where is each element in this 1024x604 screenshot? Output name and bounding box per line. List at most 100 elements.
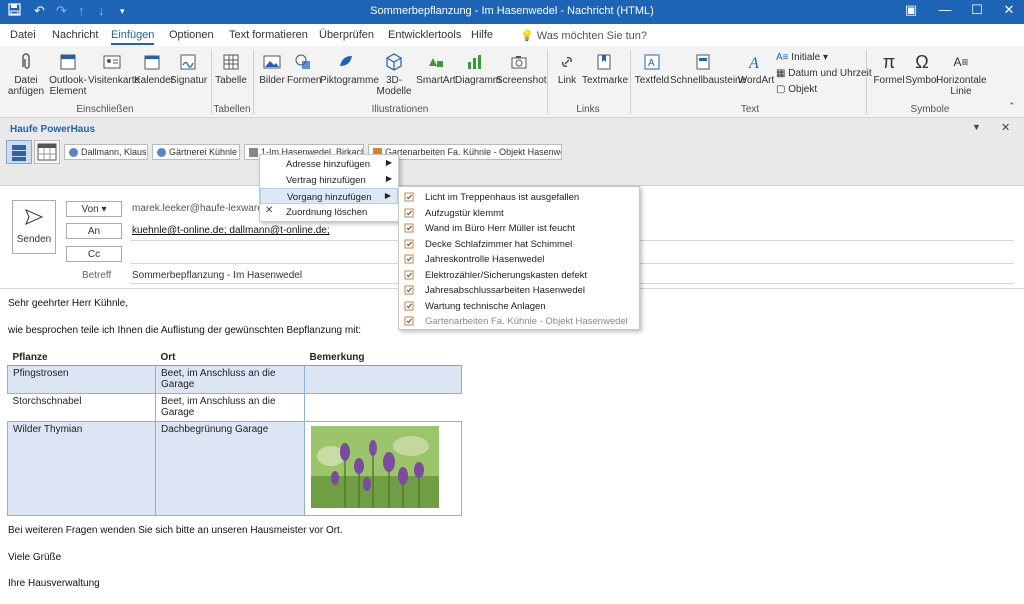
svg-text:A: A <box>648 58 655 69</box>
powerhaus-pane: Haufe PowerHaus ▼ ✕ Dallmann, Klaus Gärt… <box>0 118 1024 186</box>
image-cell[interactable] <box>304 421 462 516</box>
chart-button[interactable]: Diagramm <box>455 52 501 86</box>
collapse-ribbon-icon[interactable]: ⌃ <box>1008 101 1016 112</box>
wordart-button[interactable]: A WordArt <box>736 52 776 86</box>
tab-text-formatieren[interactable]: Text formatieren <box>229 29 308 41</box>
menu-item-zuordnung-loeschen[interactable]: ✕ Zuordnung löschen <box>260 204 398 220</box>
submenu-item[interactable]: Wand im Büro Herr Müller ist feucht <box>399 220 639 236</box>
powerhaus-title: Haufe PowerHaus <box>10 124 96 135</box>
chip-dallmann[interactable]: Dallmann, Klaus <box>64 144 148 160</box>
calendar-view-button[interactable] <box>34 140 60 164</box>
submenu-item[interactable]: Licht im Treppenhaus ist ausgefallen <box>399 189 639 205</box>
stack-view-button[interactable] <box>6 140 32 164</box>
pictures-button[interactable]: Bilder <box>256 52 288 86</box>
outlook-element-button[interactable]: Outlook- Element <box>48 52 88 97</box>
icons-button[interactable]: Piktogramme <box>320 52 379 86</box>
table-cell[interactable] <box>305 394 462 422</box>
link-button[interactable]: Link <box>552 52 582 86</box>
table-cell[interactable]: Beet, im Anschluss an die Garage <box>155 393 305 422</box>
pane-menu-icon[interactable]: ▼ <box>972 122 981 132</box>
maximize-icon[interactable]: ☐ <box>962 2 992 18</box>
delete-x-icon: ✕ <box>265 205 274 216</box>
group-label-text: Text <box>740 104 760 115</box>
submenu-item[interactable]: Jahreskontrolle Hasenwedel <box>399 251 639 267</box>
group-separator <box>253 50 254 114</box>
task-icon <box>404 254 414 264</box>
submenu-item[interactable]: Aufzugstür klemmt <box>399 205 639 221</box>
task-icon <box>404 239 414 248</box>
ribbon-display-icon[interactable]: ▣ <box>896 2 926 18</box>
attach-file-button[interactable]: Datei anfügen <box>6 52 46 97</box>
table-cell[interactable]: Dachbegrünung Garage <box>155 421 305 516</box>
body-signature[interactable]: Ihre Hausverwaltung <box>8 578 100 589</box>
body-closing[interactable]: Bei weiteren Fragen wenden Sie sich bitt… <box>8 525 343 536</box>
to-button[interactable]: An <box>66 223 122 239</box>
equation-button[interactable]: π Formel <box>870 52 908 86</box>
close-icon[interactable]: ✕ <box>994 2 1024 18</box>
smartart-icon <box>429 58 443 67</box>
from-button[interactable]: Von ▾ <box>66 201 122 217</box>
to-field[interactable]: kuehnle@t-online.de; dallmann@t-online.d… <box>132 225 330 236</box>
pane-close-icon[interactable]: ✕ <box>1001 121 1010 134</box>
table-header: Ort <box>155 350 305 366</box>
symbol-button[interactable]: Ω Symbol <box>905 52 939 86</box>
menu-item-adresse[interactable]: Adresse hinzufügen ▶ <box>260 156 398 172</box>
submenu-item[interactable]: Wartung technische Anlagen <box>399 298 639 314</box>
tab-optionen[interactable]: Optionen <box>169 29 214 41</box>
task-icon <box>404 316 414 326</box>
submenu-item[interactable]: Jahresabschlussarbeiten Hasenwedel <box>399 282 639 298</box>
table-row: Wilder Thymian Dachbegrünung Garage <box>7 421 462 516</box>
tell-me-search[interactable]: 💡 Was möchten Sie tun? <box>520 29 647 42</box>
menu-item-vorgang[interactable]: Vorgang hinzufügen ▶ <box>260 188 398 204</box>
table-cell[interactable]: Wilder Thymian <box>7 421 156 516</box>
stack-icon <box>12 145 26 161</box>
bookmark-button[interactable]: Textmarke <box>582 52 628 86</box>
calendar-grid-icon <box>37 143 57 161</box>
body-intro[interactable]: wie besprochen teile ich Ihnen die Aufli… <box>8 325 361 336</box>
tab-datei[interactable]: Datei <box>10 29 36 41</box>
chip-gaertnerei[interactable]: Gärtnerei Kühnle <box>152 144 240 160</box>
tab-hilfe[interactable]: Hilfe <box>471 29 493 41</box>
tab-entwicklertools[interactable]: Entwicklertools <box>388 29 461 41</box>
table-cell[interactable]: Storchschnabel <box>7 393 156 422</box>
group-separator <box>866 50 867 114</box>
smartart-button[interactable]: SmartArt <box>416 52 456 86</box>
dropcap-button[interactable]: A≡ Initiale ▾ <box>776 52 828 63</box>
shapes-button[interactable]: Formen <box>287 52 321 86</box>
send-button[interactable]: Senden <box>12 200 56 254</box>
business-card-button[interactable]: Visitenkarte <box>88 52 140 86</box>
datetime-button[interactable]: ▦ Datum und Uhrzeit <box>776 68 872 79</box>
body-regards[interactable]: Viele Grüße <box>8 552 61 563</box>
tab-nachricht[interactable]: Nachricht <box>52 29 98 41</box>
submenu-item[interactable]: Gartenarbeiten Fa. Kühnle - Objekt Hasen… <box>399 313 639 329</box>
horizontal-line-button[interactable]: A≡ Horizontale Linie <box>936 52 987 97</box>
submenu-item[interactable]: Decke Schlafzimmer hat Schimmel <box>399 236 639 252</box>
group-label-symbole: Symbole <box>910 104 950 115</box>
object-button[interactable]: ▢ Objekt <box>776 84 817 95</box>
screenshot-button[interactable]: Screenshot <box>496 52 547 86</box>
submenu-arrow-icon: ▶ <box>384 191 391 200</box>
minimize-icon[interactable]: — <box>930 2 960 17</box>
ribbon-tabs: Datei Nachricht Einfügen Optionen Text f… <box>0 24 1024 46</box>
table-cell[interactable]: Pfingstrosen <box>7 365 156 394</box>
cc-button[interactable]: Cc <box>66 246 122 262</box>
dropcap-icon: A≡ <box>776 52 789 63</box>
tab-ueberpruefen[interactable]: Überprüfen <box>319 29 374 41</box>
tab-einfuegen[interactable]: Einfügen <box>111 29 155 45</box>
quickparts-button[interactable]: Schnellbausteine <box>670 52 746 86</box>
calendar-button[interactable]: Kalender <box>134 52 174 86</box>
plant-table[interactable]: Pflanze Ort Bemerkung Pfingstrosen Beet,… <box>7 350 462 516</box>
submenu-item[interactable]: Elektrozähler/Sicherungskasten defekt <box>399 267 639 283</box>
menu-item-vertrag[interactable]: Vertrag hinzufügen ▶ <box>260 172 398 188</box>
table-cell[interactable] <box>304 365 462 394</box>
body-greeting[interactable]: Sehr geehrter Herr Kühnle, <box>8 298 128 309</box>
subject-field[interactable]: Sommerbepflanzung - Im Hasenwedel <box>132 270 302 281</box>
signature-button[interactable]: Signatur <box>170 52 207 86</box>
task-icon <box>404 270 414 279</box>
omega-icon: Ω <box>915 52 929 72</box>
table-button[interactable]: Tabelle <box>214 52 248 86</box>
pi-icon: π <box>882 52 896 72</box>
table-cell[interactable]: Beet, im Anschluss an die Garage <box>155 365 305 394</box>
textbox-button[interactable]: A Textfeld <box>634 52 670 86</box>
3d-models-button[interactable]: 3D- Modelle <box>374 52 414 97</box>
